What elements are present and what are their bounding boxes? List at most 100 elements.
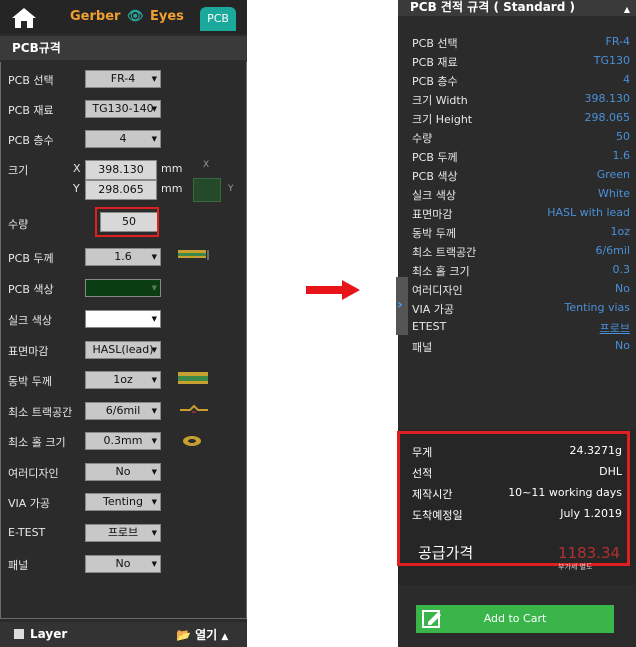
row-copper: 동박 두께 1oz ▼ — [8, 369, 244, 393]
bottom-bar: Layer 📂 열기 ▲ — [0, 622, 247, 647]
label-silk-color: 실크 색상 — [8, 314, 52, 327]
spec-value: FR-4 — [605, 35, 631, 48]
dropdown-arrow-icon: ▼ — [151, 437, 157, 445]
spec-value: 50 — [616, 130, 630, 143]
select-pcb-type[interactable]: FR-4 ▼ — [85, 70, 161, 88]
quote-spec-row: 크기 Height 298.065 — [412, 111, 630, 129]
spec-value: 6/6mil — [595, 244, 630, 257]
select-min-hole[interactable]: 0.3mm ▼ — [85, 432, 161, 450]
copper-icon — [178, 372, 208, 384]
select-surface[interactable]: HASL(lead) ▼ — [85, 341, 161, 359]
label-size: 크기 — [8, 164, 29, 177]
top-bar: Gerber 👁 Eyes PCB — [0, 0, 247, 34]
trace-icon — [180, 404, 208, 413]
select-panel[interactable]: No ▼ — [85, 555, 161, 573]
spec-key: PCB 두께 — [412, 151, 458, 164]
dropdown-arrow-icon: ▼ — [151, 560, 157, 568]
collapse-icon[interactable]: ▲ — [612, 3, 630, 17]
label-pcb-material: PCB 재료 — [8, 104, 54, 117]
dropdown-arrow-icon: ▼ — [151, 529, 157, 537]
row-etest: E-TEST 프로브 ▼ — [8, 522, 244, 546]
spec-key: 최소 트랙공간 — [412, 246, 477, 259]
layer-square-icon — [14, 629, 24, 639]
label-min-trace: 최소 트랙공간 — [8, 406, 73, 419]
spec-key: PCB 색상 — [412, 170, 458, 183]
dropdown-arrow-icon: ▼ — [151, 284, 157, 292]
quote-spec-row: 최소 트랙공간 6/6mil — [412, 244, 630, 262]
open-button[interactable]: 📂 열기 ▲ — [176, 626, 228, 643]
spec-key: PCB 선택 — [412, 37, 458, 50]
select-silk-color[interactable]: ▼ — [85, 310, 161, 328]
spec-value: Green — [596, 168, 630, 181]
right-arrow-icon — [306, 280, 360, 300]
label-pcb-type: PCB 선택 — [8, 74, 54, 87]
side-toggle-handle[interactable]: › — [396, 277, 408, 335]
chevron-right-icon: › — [397, 297, 403, 313]
spec-value: No — [615, 339, 630, 352]
eye-icon: 👁 — [126, 9, 144, 24]
quote-panel: PCB 견적 규격 ( Standard ) ▲ › PCB 선택 FR-4 PCB… — [396, 0, 636, 647]
quote-spec-row: PCB 선택 FR-4 — [412, 35, 630, 53]
caret-up-icon: ▲ — [221, 632, 229, 642]
select-min-trace[interactable]: 6/6mil ▼ — [85, 402, 161, 420]
select-via[interactable]: Tenting ▼ — [85, 493, 161, 511]
quote-spec-row: 실크 색상 White — [412, 187, 630, 205]
quote-spec-row: 최소 홀 크기 0.3 — [412, 263, 630, 281]
row-panel: 패널 No ▼ — [8, 553, 244, 577]
quote-spec-row: PCB 재료 TG130 — [412, 54, 630, 72]
spec-value: 4 — [623, 73, 630, 86]
select-multi-design[interactable]: No ▼ — [85, 463, 161, 481]
dropdown-arrow-icon: ▼ — [151, 105, 157, 113]
label-pcb-color: PCB 색상 — [8, 283, 54, 296]
row-min-hole: 최소 홀 크기 0.3mm ▼ — [8, 430, 244, 454]
label-surface: 표면마감 — [8, 345, 49, 358]
dropdown-arrow-icon: ▼ — [151, 498, 157, 506]
spec-key: PCB 재료 — [412, 56, 458, 69]
quote-spec-row: 패널 No — [412, 339, 630, 357]
label-multi-design: 여러디자인 — [8, 467, 59, 480]
select-thickness[interactable]: 1.6 ▼ — [85, 248, 161, 266]
select-etest[interactable]: 프로브 ▼ — [85, 524, 161, 542]
label-via: VIA 가공 — [8, 497, 51, 510]
spec-value: Tenting vias — [564, 301, 630, 314]
label-layers: PCB 층수 — [8, 134, 54, 147]
quantity-highlight — [95, 207, 159, 237]
label-panel: 패널 — [8, 559, 29, 572]
select-pcb-material[interactable]: TG130-140 ▼ — [85, 100, 161, 118]
dropdown-arrow-icon: ▼ — [151, 75, 157, 83]
quote-spec-row: ETEST 프로브 — [412, 320, 630, 338]
select-copper[interactable]: 1oz ▼ — [85, 371, 161, 389]
select-pcb-color[interactable]: ▼ — [85, 279, 161, 297]
label-thickness: PCB 두께 — [8, 252, 54, 265]
size-x-input[interactable]: 398.130 — [85, 160, 157, 180]
size-y-input[interactable]: 298.065 — [85, 180, 157, 200]
quote-spec-row: 수량 50 — [412, 130, 630, 148]
dropdown-arrow-icon: ▼ — [151, 253, 157, 261]
tab-pcb[interactable]: PCB — [200, 7, 236, 31]
quote-header: PCB 견적 규격 ( Standard ) ▲ — [398, 0, 636, 16]
layer-button[interactable]: Layer — [14, 627, 67, 641]
quote-spec-row: VIA 가공 Tenting vias — [412, 301, 630, 319]
spec-value[interactable]: 프로브 — [600, 320, 630, 336]
spec-key: 동박 두께 — [412, 227, 456, 240]
row-size: 크기 X 398.130 mm X Y 298.065 mm Y — [8, 158, 244, 202]
label-etest: E-TEST — [8, 526, 46, 539]
add-to-cart-button[interactable]: Add to Cart — [416, 605, 614, 633]
home-icon[interactable] — [10, 6, 38, 30]
row-layers: PCB 층수 4 ▼ — [8, 128, 244, 152]
pcb-spec-panel: Gerber 👁 Eyes PCB PCB규격 PCB 선택 FR-4 ▼ PCB… — [0, 0, 247, 647]
spec-key: 실크 색상 — [412, 189, 456, 202]
hole-icon — [183, 436, 201, 446]
spec-key: 여러디자인 — [412, 284, 463, 297]
spec-value: 1oz — [610, 225, 630, 238]
spec-value: 298.065 — [584, 111, 631, 124]
select-layers[interactable]: 4 ▼ — [85, 130, 161, 148]
dropdown-arrow-icon: ▼ — [151, 468, 157, 476]
price-value: 1183.34 — [558, 544, 621, 562]
label-quantity: 수량 — [8, 218, 29, 231]
thickness-icon — [178, 250, 209, 260]
label-min-hole: 최소 홀 크기 — [8, 436, 66, 449]
spec-key: 최소 홀 크기 — [412, 265, 470, 278]
spec-key: 크기 Height — [412, 113, 473, 126]
quote-spec-row: 여러디자인 No — [412, 282, 630, 300]
